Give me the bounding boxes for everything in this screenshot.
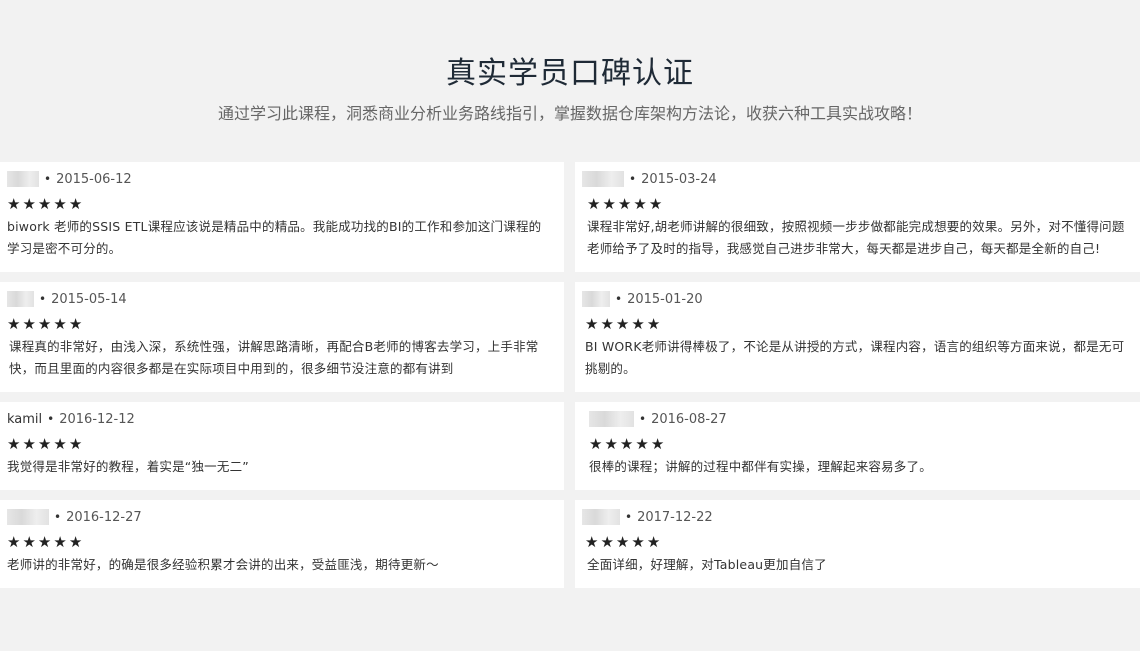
star-icon: ★	[635, 435, 649, 453]
star-icon: ★	[650, 435, 665, 453]
review-meta: • 2015-01-20	[582, 290, 703, 308]
star-icon: ★	[7, 435, 21, 453]
separator-dot: •	[629, 172, 637, 186]
star-icon: ★	[22, 195, 36, 213]
review-text: 我觉得是非常好的教程，着实是“独一无二”	[7, 459, 249, 474]
separator-dot: •	[47, 412, 55, 426]
star-icon: ★	[53, 195, 67, 213]
star-icon: ★	[600, 533, 614, 551]
review-card: kamil • 2016-12-12 ★ ★ ★ ★ ★ 我觉得是非常好的教程，…	[0, 402, 564, 490]
star-icon: ★	[53, 435, 67, 453]
review-meta: • 2016-12-27	[7, 508, 142, 526]
review-card: • 2017-12-22 ★ ★ ★ ★ ★ 全面详细，好理解，对Tableau…	[575, 500, 1140, 588]
star-rating: ★ ★ ★ ★ ★	[7, 437, 82, 452]
blurred-username	[7, 291, 34, 307]
star-icon: ★	[587, 195, 601, 213]
star-icon: ★	[646, 533, 661, 551]
reviews-section: 真实学员口碑认证 通过学习此课程，洞悉商业分析业务路线指引，掌握数据仓库架构方法…	[0, 0, 1140, 651]
section-subtitle: 通过学习此课程，洞悉商业分析业务路线指引，掌握数据仓库架构方法论，收获六种工具实…	[217, 104, 922, 123]
star-rating: ★ ★ ★ ★ ★	[7, 535, 82, 550]
review-text: 课程真的非常好，由浅入深，系统性强，讲解思路清晰，再配合B老师的博客去学习，上手…	[9, 339, 539, 376]
star-rating: ★ ★ ★ ★ ★	[7, 317, 82, 332]
star-icon: ★	[604, 435, 618, 453]
review-card: • 2016-12-27 ★ ★ ★ ★ ★ 老师讲的非常好，的确是很多经验积累…	[0, 500, 564, 588]
blurred-username	[7, 509, 49, 525]
star-icon: ★	[68, 315, 83, 333]
review-text: 课程非常好,胡老师讲解的很细致，按照视频一步步做都能完成想要的效果。另外，对不懂…	[587, 219, 1125, 256]
star-icon: ★	[37, 533, 52, 551]
review-text: biwork 老师的SSIS ETL课程应该说是精品中的精品。我能成功找的BI的…	[7, 219, 542, 256]
star-icon: ★	[68, 435, 83, 453]
star-icon: ★	[615, 533, 630, 551]
review-text: 全面详细，好理解，对Tableau更加自信了	[587, 557, 827, 572]
separator-dot: •	[615, 292, 623, 306]
separator-dot: •	[639, 412, 647, 426]
review-card: • 2015-01-20 ★ ★ ★ ★ ★ BI WORK老师讲得棒极了，不论…	[575, 282, 1140, 392]
star-rating: ★ ★ ★ ★ ★	[585, 535, 660, 550]
blurred-username	[582, 171, 624, 187]
blurred-username	[7, 171, 39, 187]
star-icon: ★	[631, 533, 645, 551]
review-card: • 2015-06-12 ★ ★ ★ ★ ★ biwork 老师的SSIS ET…	[0, 162, 564, 272]
star-icon: ★	[53, 533, 67, 551]
separator-dot: •	[44, 172, 52, 186]
star-icon: ★	[37, 195, 52, 213]
star-icon: ★	[631, 315, 645, 333]
star-icon: ★	[646, 315, 661, 333]
review-date: 2016-12-12	[59, 411, 135, 427]
review-date: 2016-12-27	[66, 509, 142, 525]
star-rating: ★ ★ ★ ★ ★	[7, 197, 82, 212]
section-title: 真实学员口碑认证	[446, 56, 694, 91]
star-icon: ★	[68, 533, 83, 551]
star-icon: ★	[615, 315, 630, 333]
review-date: 2017-12-22	[637, 509, 713, 525]
review-text: 老师讲的非常好，的确是很多经验积累才会讲的出来，受益匪浅，期待更新～	[7, 557, 439, 572]
blurred-username	[589, 411, 634, 427]
star-icon: ★	[37, 315, 52, 333]
blurred-username	[582, 291, 610, 307]
star-icon: ★	[53, 315, 67, 333]
star-icon: ★	[585, 315, 599, 333]
star-icon: ★	[648, 195, 663, 213]
star-icon: ★	[22, 315, 36, 333]
review-meta: • 2016-08-27	[589, 410, 727, 428]
star-icon: ★	[22, 533, 36, 551]
review-date: 2015-06-12	[56, 171, 132, 187]
star-icon: ★	[22, 435, 36, 453]
review-date: 2015-03-24	[641, 171, 717, 187]
star-icon: ★	[37, 435, 52, 453]
review-meta: • 2015-03-24	[582, 170, 717, 188]
star-icon: ★	[600, 315, 614, 333]
review-date: 2015-05-14	[51, 291, 127, 307]
star-rating: ★ ★ ★ ★ ★	[585, 317, 660, 332]
review-meta: • 2015-05-14	[7, 290, 127, 308]
review-meta: • 2015-06-12	[7, 170, 132, 188]
star-rating: ★ ★ ★ ★ ★	[587, 197, 662, 212]
review-text: BI WORK老师讲得棒极了，不论是从讲授的方式，课程内容，语言的组织等方面来说…	[585, 339, 1125, 376]
review-date: 2016-08-27	[651, 411, 727, 427]
review-card: • 2015-05-14 ★ ★ ★ ★ ★ 课程真的非常好，由浅入深，系统性强…	[0, 282, 564, 392]
star-rating: ★ ★ ★ ★ ★	[589, 437, 664, 452]
review-meta: • 2017-12-22	[582, 508, 713, 526]
review-username: kamil	[7, 411, 43, 427]
blurred-username	[582, 509, 620, 525]
star-icon: ★	[589, 435, 603, 453]
star-icon: ★	[633, 195, 647, 213]
star-icon: ★	[585, 533, 599, 551]
star-icon: ★	[617, 195, 632, 213]
separator-dot: •	[625, 510, 633, 524]
review-card: • 2015-03-24 ★ ★ ★ ★ ★ 课程非常好,胡老师讲解的很细致，按…	[575, 162, 1140, 272]
review-card: • 2016-08-27 ★ ★ ★ ★ ★ 很棒的课程；讲解的过程中都伴有实操…	[575, 402, 1140, 490]
review-text: 很棒的课程；讲解的过程中都伴有实操，理解起来容易多了。	[589, 459, 932, 474]
star-icon: ★	[68, 195, 83, 213]
review-date: 2015-01-20	[627, 291, 703, 307]
review-meta: kamil • 2016-12-12	[7, 410, 135, 428]
star-icon: ★	[7, 315, 21, 333]
star-icon: ★	[602, 195, 616, 213]
separator-dot: •	[39, 292, 47, 306]
star-icon: ★	[619, 435, 634, 453]
star-icon: ★	[7, 533, 21, 551]
separator-dot: •	[54, 510, 62, 524]
star-icon: ★	[7, 195, 21, 213]
